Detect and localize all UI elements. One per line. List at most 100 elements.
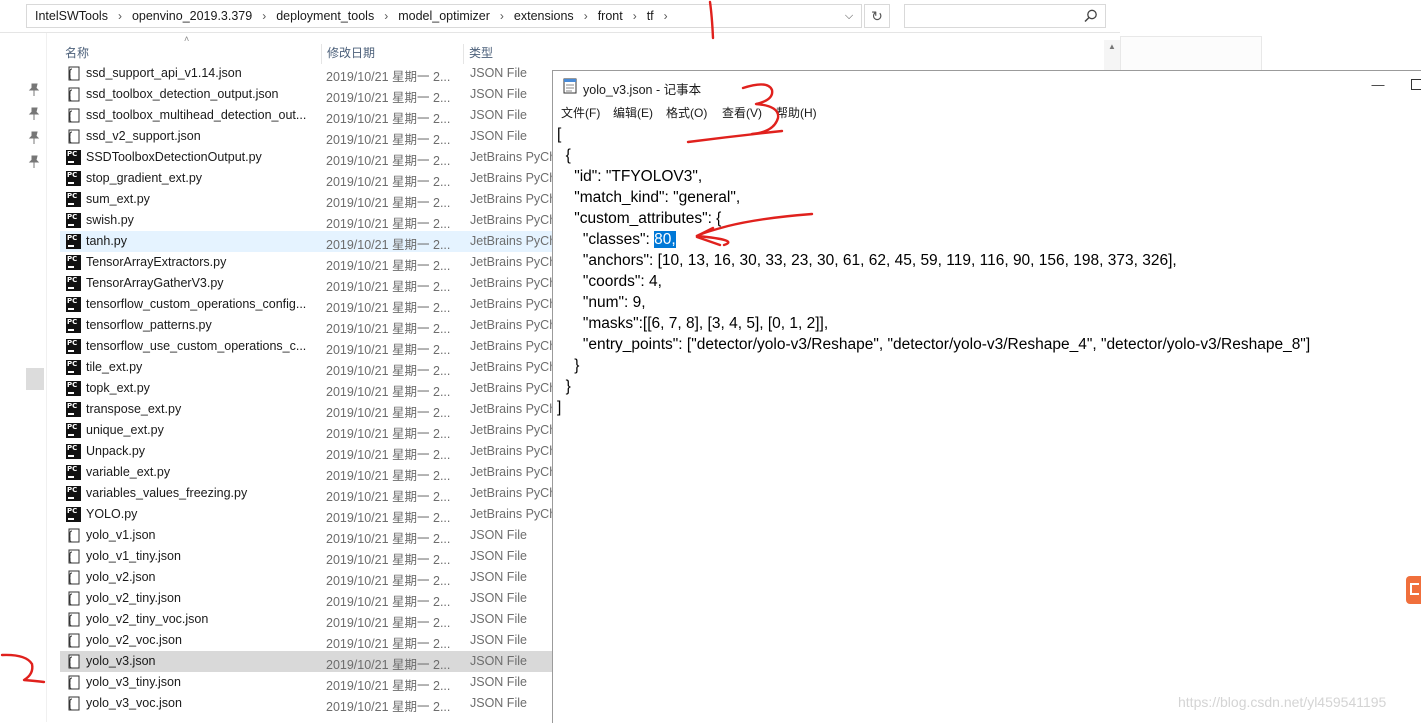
file-row[interactable]: yolo_v2.json 2019/10/21 星期一 2... JSON File <box>60 567 552 588</box>
file-name[interactable]: tanh.py <box>86 234 314 248</box>
chevron-right-icon[interactable]: › <box>500 9 504 23</box>
file-name[interactable]: yolo_v1.json <box>86 528 314 542</box>
breadcrumb-item[interactable]: tf <box>647 9 654 23</box>
file-name[interactable]: yolo_v1_tiny.json <box>86 549 314 563</box>
file-row[interactable]: tile_ext.py 2019/10/21 星期一 2... JetBrains … <box>60 357 552 378</box>
breadcrumb-item[interactable]: front <box>598 9 623 23</box>
breadcrumb-item[interactable]: deployment_tools <box>276 9 374 23</box>
column-header-name[interactable]: 名称 <box>60 44 322 64</box>
file-row[interactable]: tensorflow_use_custom_operations_c... 201… <box>60 336 552 357</box>
file-name[interactable]: yolo_v2_tiny.json <box>86 591 314 605</box>
chevron-right-icon[interactable]: › <box>262 9 266 23</box>
notepad-titlebar[interactable]: yolo_v3.json - 记事本 — <box>553 71 1421 101</box>
file-name[interactable]: tensorflow_custom_operations_config... <box>86 297 314 311</box>
file-name[interactable]: swish.py <box>86 213 314 227</box>
file-row[interactable]: sum_ext.py 2019/10/21 星期一 2... JetBrains P… <box>60 189 552 210</box>
chevron-right-icon[interactable]: › <box>384 9 388 23</box>
breadcrumb[interactable]: IntelSWTools › openvino_2019.3.379 › deploym… <box>26 4 862 28</box>
pin-icon[interactable] <box>28 107 40 121</box>
file-row[interactable]: topk_ext.py 2019/10/21 星期一 2... JetBrains … <box>60 378 552 399</box>
refresh-button[interactable]: ↻ <box>864 4 890 28</box>
file-row[interactable]: SSDToolboxDetectionOutput.py 2019/10/21 星… <box>60 147 552 168</box>
menu-item[interactable]: 文件(F) <box>561 104 600 121</box>
file-name[interactable]: ssd_support_api_v1.14.json <box>86 66 314 80</box>
menu-item[interactable]: 查看(V) <box>722 104 762 121</box>
file-row[interactable]: yolo_v2_tiny.json 2019/10/21 星期一 2... JSON… <box>60 588 552 609</box>
file-name[interactable]: tile_ext.py <box>86 360 314 374</box>
file-row[interactable]: variables_values_freezing.py 2019/10/21 星… <box>60 483 552 504</box>
search-input[interactable] <box>904 4 1106 28</box>
chevron-right-icon[interactable]: › <box>664 9 668 23</box>
file-row[interactable]: variable_ext.py 2019/10/21 星期一 2... JetBra… <box>60 462 552 483</box>
file-row[interactable]: yolo_v2_voc.json 2019/10/21 星期一 2... JSON … <box>60 630 552 651</box>
file-row[interactable]: tanh.py 2019/10/21 星期一 2... JetBrains PyCh <box>60 231 552 252</box>
file-name[interactable]: YOLO.py <box>86 507 314 521</box>
chevron-right-icon[interactable]: › <box>118 9 122 23</box>
menu-item[interactable]: 帮助(H) <box>776 104 817 121</box>
file-name[interactable]: TensorArrayGatherV3.py <box>86 276 314 290</box>
column-header-modified[interactable]: 修改日期 <box>322 44 464 64</box>
file-name[interactable]: SSDToolboxDetectionOutput.py <box>86 150 314 164</box>
breadcrumb-item[interactable]: extensions <box>514 9 574 23</box>
file-row[interactable]: ssd_toolbox_multihead_detection_out... 20… <box>60 105 552 126</box>
pin-icon[interactable] <box>28 155 40 169</box>
file-row[interactable]: tensorflow_patterns.py 2019/10/21 星期一 2..… <box>60 315 552 336</box>
file-row[interactable]: unique_ext.py 2019/10/21 星期一 2... JetBrain… <box>60 420 552 441</box>
file-name[interactable]: yolo_v2.json <box>86 570 314 584</box>
file-name[interactable]: transpose_ext.py <box>86 402 314 416</box>
file-row[interactable]: yolo_v3_tiny.json 2019/10/21 星期一 2... JSON… <box>60 672 552 693</box>
file-name[interactable]: yolo_v2_tiny_voc.json <box>86 612 314 626</box>
file-row[interactable]: yolo_v1_tiny.json 2019/10/21 星期一 2... JSON… <box>60 546 552 567</box>
maximize-icon[interactable] <box>1411 79 1421 90</box>
file-name[interactable]: Unpack.py <box>86 444 314 458</box>
file-type: JSON File <box>470 654 527 668</box>
nav-scrollbar-thumb[interactable] <box>26 368 44 390</box>
file-row[interactable]: transpose_ext.py 2019/10/21 星期一 2... JetBr… <box>60 399 552 420</box>
file-row[interactable]: ssd_toolbox_detection_output.json 2019/10… <box>60 84 552 105</box>
file-row[interactable]: tensorflow_custom_operations_config... 20… <box>60 294 552 315</box>
breadcrumb-item[interactable]: openvino_2019.3.379 <box>132 9 252 23</box>
file-name[interactable]: variables_values_freezing.py <box>86 486 314 500</box>
file-row[interactable]: ssd_support_api_v1.14.json 2019/10/21 星期一… <box>60 63 552 84</box>
file-name[interactable]: ssd_v2_support.json <box>86 129 314 143</box>
file-row[interactable]: TensorArrayExtractors.py 2019/10/21 星期一 2… <box>60 252 552 273</box>
minimize-icon[interactable]: — <box>1363 77 1393 95</box>
menu-item[interactable]: 格式(O) <box>666 104 707 121</box>
file-row[interactable]: Unpack.py 2019/10/21 星期一 2... JetBrains Py… <box>60 441 552 462</box>
file-name[interactable]: sum_ext.py <box>86 192 314 206</box>
file-row[interactable]: TensorArrayGatherV3.py 2019/10/21 星期一 2..… <box>60 273 552 294</box>
chevron-right-icon[interactable]: › <box>584 9 588 23</box>
file-name[interactable]: TensorArrayExtractors.py <box>86 255 314 269</box>
file-name[interactable]: ssd_toolbox_multihead_detection_out... <box>86 108 314 122</box>
file-row[interactable]: stop_gradient_ext.py 2019/10/21 星期一 2... J… <box>60 168 552 189</box>
search-icon[interactable] <box>1083 8 1099 24</box>
file-name[interactable]: tensorflow_patterns.py <box>86 318 314 332</box>
file-row[interactable]: swish.py 2019/10/21 星期一 2... JetBrains PyC… <box>60 210 552 231</box>
notepad-text-area[interactable]: [ { "id": "TFYOLOV3", "match_kind": "gen… <box>557 124 1417 714</box>
file-row[interactable]: yolo_v3.json 2019/10/21 星期一 2... JSON File <box>60 651 552 672</box>
breadcrumb-item[interactable]: model_optimizer <box>398 9 490 23</box>
chevron-right-icon[interactable]: › <box>633 9 637 23</box>
file-name[interactable]: yolo_v2_voc.json <box>86 633 314 647</box>
menu-item[interactable]: 编辑(E) <box>613 104 653 121</box>
file-name[interactable]: stop_gradient_ext.py <box>86 171 314 185</box>
scroll-up-icon[interactable]: ▲ <box>1104 40 1120 54</box>
file-row[interactable]: yolo_v2_tiny_voc.json 2019/10/21 星期一 2...… <box>60 609 552 630</box>
file-name[interactable]: topk_ext.py <box>86 381 314 395</box>
address-dropdown-icon[interactable]: ⌵ <box>841 8 857 24</box>
pin-icon[interactable] <box>28 83 40 97</box>
column-header-type[interactable]: 类型 <box>464 44 552 64</box>
file-name[interactable]: tensorflow_use_custom_operations_c... <box>86 339 314 353</box>
file-name[interactable]: yolo_v3.json <box>86 654 314 668</box>
file-row[interactable]: yolo_v3_voc.json 2019/10/21 星期一 2... JSON … <box>60 693 552 714</box>
file-name[interactable]: yolo_v3_tiny.json <box>86 675 314 689</box>
file-row[interactable]: ssd_v2_support.json 2019/10/21 星期一 2... JS… <box>60 126 552 147</box>
file-name[interactable]: ssd_toolbox_detection_output.json <box>86 87 314 101</box>
file-row[interactable]: YOLO.py 2019/10/21 星期一 2... JetBrains PyCh <box>60 504 552 525</box>
file-name[interactable]: unique_ext.py <box>86 423 314 437</box>
pin-icon[interactable] <box>28 131 40 145</box>
file-name[interactable]: variable_ext.py <box>86 465 314 479</box>
breadcrumb-item[interactable]: IntelSWTools <box>35 9 108 23</box>
file-row[interactable]: yolo_v1.json 2019/10/21 星期一 2... JSON File <box>60 525 552 546</box>
file-name[interactable]: yolo_v3_voc.json <box>86 696 314 710</box>
